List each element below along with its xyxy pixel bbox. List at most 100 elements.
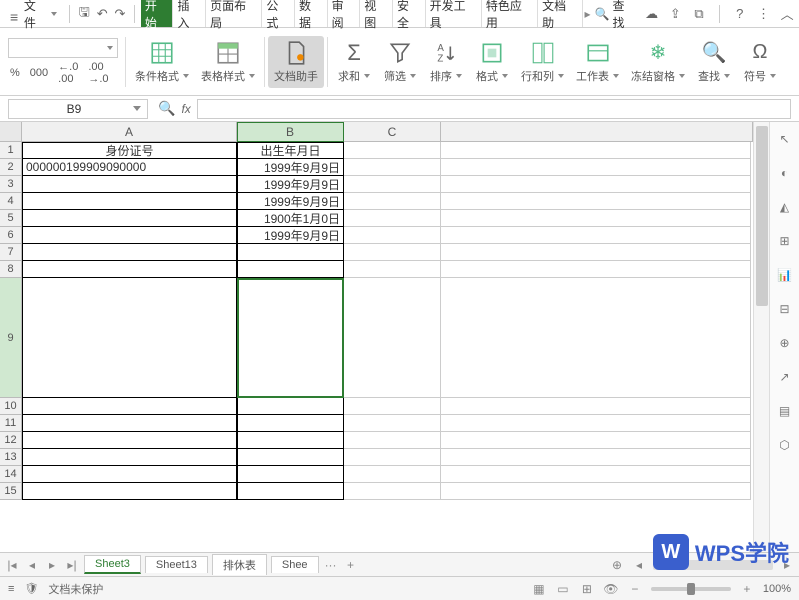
cell[interactable] xyxy=(441,227,751,244)
vertical-scrollbar[interactable] xyxy=(753,122,769,552)
zoom-in-button[interactable]: + xyxy=(739,581,755,597)
tab-layout[interactable]: 页面布局 xyxy=(206,0,262,27)
cell[interactable] xyxy=(344,278,441,398)
row-header[interactable]: 1 xyxy=(0,142,22,159)
cell[interactable] xyxy=(344,159,441,176)
cell[interactable] xyxy=(22,278,237,398)
cell[interactable] xyxy=(344,261,441,278)
protect-status[interactable]: 文档未保护 xyxy=(48,581,103,597)
sum-button[interactable]: Σ 求和 xyxy=(331,36,377,88)
cell[interactable]: 000000199909090000 xyxy=(22,159,237,176)
shape-icon[interactable]: ◭ xyxy=(776,198,794,216)
cell[interactable] xyxy=(237,432,344,449)
cell[interactable] xyxy=(344,398,441,415)
cell[interactable] xyxy=(22,193,237,210)
cell[interactable] xyxy=(22,449,237,466)
select-all-corner[interactable] xyxy=(0,122,22,141)
cell[interactable] xyxy=(344,193,441,210)
row-header[interactable]: 2 xyxy=(0,159,22,176)
scroll-left[interactable]: ◂ xyxy=(631,557,647,573)
fx-search-icon[interactable]: 🔍 xyxy=(158,100,175,117)
sheet-tabs-more[interactable]: ··· xyxy=(323,557,339,573)
doc-helper-button[interactable]: 文档助手 xyxy=(268,36,324,88)
cell[interactable] xyxy=(22,432,237,449)
cell[interactable] xyxy=(441,261,751,278)
formula-input[interactable] xyxy=(197,99,791,119)
redo-icon[interactable]: ↷ xyxy=(112,6,128,22)
cell[interactable] xyxy=(441,193,751,210)
tab-review[interactable]: 审阅 xyxy=(328,0,361,27)
cell[interactable] xyxy=(22,415,237,432)
cell[interactable]: 1999年9月9日 xyxy=(237,227,344,244)
row-header[interactable]: 13 xyxy=(0,449,22,466)
view-page-icon[interactable]: ▭ xyxy=(555,581,571,597)
tab-start[interactable]: 开始 xyxy=(141,0,174,27)
row-header[interactable]: 7 xyxy=(0,244,22,261)
tab-view[interactable]: 视图 xyxy=(360,0,393,27)
sheet-nav-next[interactable]: ▸ xyxy=(44,557,60,573)
cell[interactable] xyxy=(22,227,237,244)
cloud-icon[interactable]: ☁ xyxy=(644,6,660,22)
row-header[interactable]: 10 xyxy=(0,398,22,415)
more-icon[interactable]: ⋮ xyxy=(756,6,772,22)
freeze-button[interactable]: ❄ 冻结窗格 xyxy=(625,36,691,88)
cell[interactable] xyxy=(237,483,344,500)
cell[interactable] xyxy=(441,210,751,227)
cell[interactable] xyxy=(237,261,344,278)
cursor-icon[interactable]: ↖ xyxy=(776,130,794,148)
cell[interactable] xyxy=(237,415,344,432)
tab-dochelper[interactable]: 文档助 xyxy=(538,0,582,27)
increase-decimal-button[interactable]: ←.0.00 xyxy=(56,60,80,86)
tab-special[interactable]: 特色应用 xyxy=(482,0,538,27)
settings-icon[interactable]: ⊟ xyxy=(776,300,794,318)
cell-active[interactable] xyxy=(237,278,344,398)
rowcol-button[interactable]: 行和列 xyxy=(515,36,570,88)
locate-icon[interactable]: ⊕ xyxy=(609,557,625,573)
cell[interactable] xyxy=(344,176,441,193)
select-object-icon[interactable]: ◐ xyxy=(776,164,794,182)
cell[interactable] xyxy=(237,244,344,261)
widget-icon[interactable]: ⬡ xyxy=(776,436,794,454)
row-header[interactable]: 9 xyxy=(0,278,22,398)
cell[interactable] xyxy=(441,159,751,176)
undo-icon[interactable]: ↶ xyxy=(94,6,110,22)
tab-insert[interactable]: 插入 xyxy=(173,0,206,27)
view-normal-icon[interactable]: ▦ xyxy=(531,581,547,597)
cell[interactable] xyxy=(344,210,441,227)
help-icon[interactable]: ? xyxy=(732,6,748,22)
cell[interactable] xyxy=(22,176,237,193)
tab-security[interactable]: 安全 xyxy=(393,0,426,27)
fx-label[interactable]: fx xyxy=(181,102,190,116)
backup-icon[interactable]: ⊕ xyxy=(776,334,794,352)
row-header[interactable]: 12 xyxy=(0,432,22,449)
cells[interactable]: 身份证号出生年月日 0000001999090900001999年9月9日 19… xyxy=(22,142,751,500)
worksheet-button[interactable]: 工作表 xyxy=(570,36,625,88)
chart-icon[interactable]: 📊 xyxy=(776,266,794,284)
row-header[interactable]: 11 xyxy=(0,415,22,432)
save-icon[interactable]: 🖫 xyxy=(76,6,92,22)
filter-button[interactable]: 筛选 xyxy=(377,36,423,88)
sort-button[interactable]: AZ 排序 xyxy=(423,36,469,88)
symbol-button[interactable]: Ω 符号 xyxy=(737,36,783,88)
scrollbar-thumb[interactable] xyxy=(756,126,768,306)
row-header[interactable]: 3 xyxy=(0,176,22,193)
cell[interactable] xyxy=(344,244,441,261)
number-format-select[interactable] xyxy=(8,38,118,58)
percent-button[interactable]: % xyxy=(8,60,22,86)
zoom-out-button[interactable]: − xyxy=(627,581,643,597)
sheet-tab[interactable]: Shee xyxy=(271,556,319,573)
view-break-icon[interactable]: ⊞ xyxy=(579,581,595,597)
table-style-button[interactable]: 表格样式 xyxy=(195,36,261,88)
cell[interactable] xyxy=(441,483,751,500)
cell[interactable] xyxy=(22,483,237,500)
cell[interactable] xyxy=(344,449,441,466)
cell[interactable] xyxy=(22,261,237,278)
row-header[interactable]: 15 xyxy=(0,483,22,500)
zoom-thumb[interactable] xyxy=(687,583,695,595)
cell[interactable] xyxy=(344,142,441,159)
search-button[interactable]: 🔍 查找 xyxy=(595,0,636,31)
cell[interactable] xyxy=(344,415,441,432)
sheet-nav-first[interactable]: |◂ xyxy=(4,557,20,573)
tab-formula[interactable]: 公式 xyxy=(262,0,295,27)
tabs-overflow-icon[interactable]: ▸ xyxy=(583,7,593,21)
